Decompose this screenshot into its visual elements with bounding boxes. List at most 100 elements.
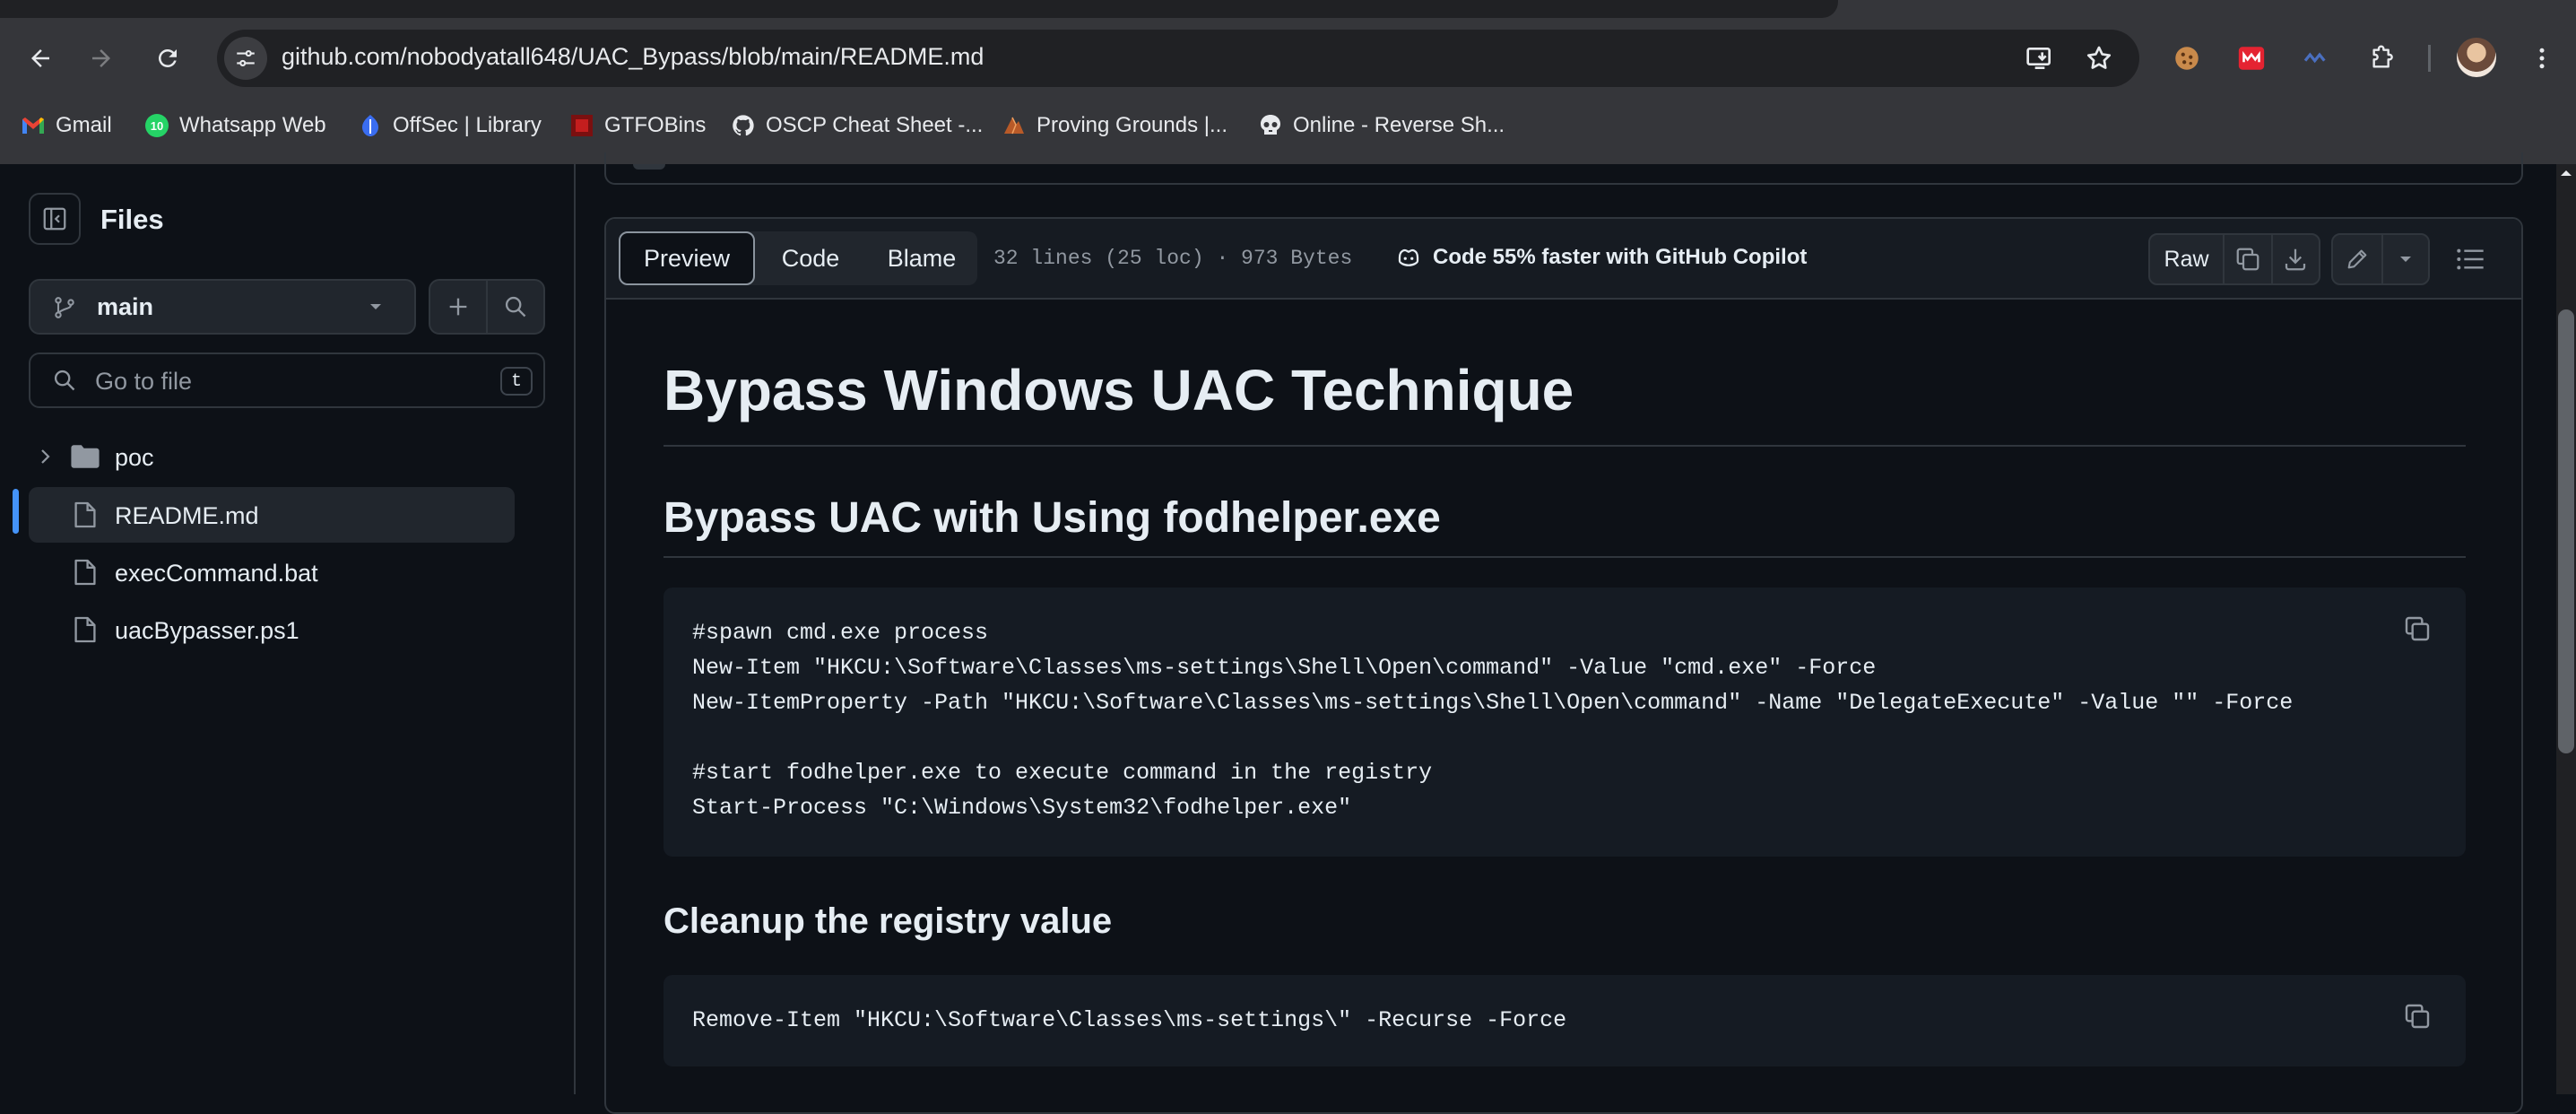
puzzle-icon (2372, 45, 2393, 68)
copy-icon (2405, 1004, 2430, 1029)
svg-text:10: 10 (151, 119, 163, 133)
code-line: #start fodhelper.exe to execute command … (692, 760, 1433, 786)
readme-h2: Bypass UAC with Using fodhelper.exe (664, 494, 1441, 542)
file-icon (74, 558, 97, 587)
code-line: Start-Process "C:\Windows\System32\fodhe… (692, 795, 1352, 821)
readme-h1: Bypass Windows UAC Technique (664, 358, 1574, 422)
github-icon (730, 112, 757, 139)
tree-item-readme[interactable]: README.md (29, 487, 515, 543)
copy-icon (2405, 616, 2430, 641)
back-button[interactable] (18, 36, 63, 81)
scroll-up-arrow-icon[interactable] (2558, 167, 2574, 179)
bookmark-gmail[interactable]: Gmail (20, 106, 112, 145)
star-icon (2086, 46, 2112, 69)
commit-info-box (604, 152, 2523, 185)
edit-button[interactable] (2333, 235, 2383, 283)
install-icon (2026, 48, 2051, 69)
whatsapp-icon: 10 (143, 112, 170, 139)
tree-item-uacbypasser[interactable]: uacBypasser.ps1 (29, 602, 515, 657)
code-line: New-ItemProperty -Path "HKCU:\Software\C… (692, 690, 2294, 716)
bookmark-label: OffSec | Library (393, 113, 542, 137)
copy-icon (2236, 248, 2259, 271)
code-line: Remove-Item "HKCU:\Software\Classes\ms-s… (692, 1007, 1567, 1033)
tab-blame[interactable]: Blame (866, 231, 977, 285)
bookmark-label: Gmail (56, 113, 112, 137)
skull-icon (1257, 112, 1284, 139)
profile-avatar[interactable] (2457, 38, 2496, 77)
wappalyzer-icon (2303, 52, 2326, 64)
arrow-right-icon (92, 49, 110, 67)
download-icon (2285, 248, 2306, 271)
install-app-button[interactable] (2019, 38, 2060, 79)
bookmark-label: OSCP Cheat Sheet -... (766, 113, 984, 137)
extension-cookie-button[interactable] (2164, 36, 2209, 81)
gtfobins-icon (568, 112, 595, 139)
add-file-button[interactable] (429, 279, 488, 335)
copilot-icon (1395, 244, 1422, 271)
browser-menu-button[interactable] (2520, 36, 2564, 81)
edit-dropdown-button[interactable] (2383, 235, 2428, 283)
copy-raw-button[interactable] (2225, 235, 2273, 283)
bookmark-proving-grounds[interactable]: Proving Grounds |... (1001, 106, 1227, 145)
tree-item-label: poc (115, 444, 154, 471)
raw-button[interactable]: Raw (2150, 235, 2225, 283)
copilot-promo-link[interactable]: Code 55% faster with GitHub Copilot (1395, 244, 1807, 271)
download-button[interactable] (2273, 235, 2319, 283)
toolbar-divider (2428, 45, 2431, 72)
code-block-fodhelper: #spawn cmd.exe process New-Item "HKCU:\S… (664, 587, 2466, 857)
branch-name: main (97, 293, 154, 320)
bookmark-oscp-cheatsheet[interactable]: OSCP Cheat Sheet -... (730, 106, 983, 145)
bookmark-label: Proving Grounds |... (1036, 113, 1227, 137)
code-line: New-Item "HKCU:\Software\Classes\ms-sett… (692, 655, 1877, 681)
go-to-file-input[interactable] (93, 365, 473, 397)
bookmark-whatsapp[interactable]: 10 Whatsapp Web (143, 106, 326, 145)
url-text[interactable]: github.com/nobodyatall648/UAC_Bypass/blo… (282, 43, 984, 71)
offsec-icon (357, 112, 384, 139)
list-unordered-icon (2457, 248, 2484, 270)
edit-group (2331, 233, 2430, 285)
tune-icon (237, 50, 255, 66)
mendeley-icon (2238, 47, 2265, 70)
search-icon (52, 368, 77, 393)
tree-item-label: README.md (115, 502, 259, 529)
keyboard-shortcut-hint: t (500, 367, 533, 396)
extension-red-button[interactable] (2229, 36, 2274, 81)
tab-code[interactable]: Code (755, 231, 866, 285)
reload-icon (158, 48, 177, 67)
cookie-icon (2175, 47, 2199, 70)
branch-selector[interactable]: main (29, 279, 416, 335)
bookmark-star-button[interactable] (2078, 38, 2120, 79)
extensions-button[interactable] (2360, 36, 2405, 81)
copy-code-button[interactable] (2396, 995, 2439, 1038)
site-info-button[interactable] (224, 37, 267, 80)
search-icon (505, 296, 526, 318)
file-icon (74, 500, 97, 529)
tab-preview[interactable]: Preview (619, 231, 755, 285)
extension-wappalyzer-button[interactable] (2294, 36, 2338, 81)
bookmark-reverse-shell[interactable]: Online - Reverse Sh... (1257, 106, 1505, 145)
commit-avatar-fragment (633, 164, 665, 170)
go-to-file-field[interactable]: t (29, 352, 545, 408)
tree-item-execcommand[interactable]: execCommand.bat (29, 544, 515, 600)
sidebar-title: Files (100, 204, 164, 235)
search-code-button[interactable] (486, 279, 545, 335)
bookmark-offsec[interactable]: OffSec | Library (357, 106, 542, 145)
tab-strip (0, 0, 1838, 18)
bookmark-gtfobins[interactable]: GTFOBins (568, 106, 706, 145)
pencil-icon (2347, 249, 2367, 269)
reload-button[interactable] (145, 36, 190, 81)
copy-code-button[interactable] (2396, 607, 2439, 650)
tree-item-label: uacBypasser.ps1 (115, 617, 299, 644)
tree-item-poc[interactable]: poc (29, 429, 515, 484)
copilot-text: Code 55% faster with GitHub Copilot (1433, 245, 1808, 269)
scrollbar-thumb[interactable] (2558, 309, 2574, 753)
code-line: #spawn cmd.exe process (692, 620, 989, 646)
h2-divider (664, 556, 2466, 558)
forward-button[interactable] (79, 36, 124, 81)
outline-button[interactable] (2448, 239, 2493, 280)
file-meta: 32 lines (25 loc) · 973 Bytes (993, 247, 1353, 270)
kebab-menu-icon (2539, 48, 2545, 69)
collapse-sidebar-button[interactable] (29, 193, 81, 245)
sidebar-collapse-icon (43, 207, 66, 231)
git-branch-icon (52, 295, 77, 320)
